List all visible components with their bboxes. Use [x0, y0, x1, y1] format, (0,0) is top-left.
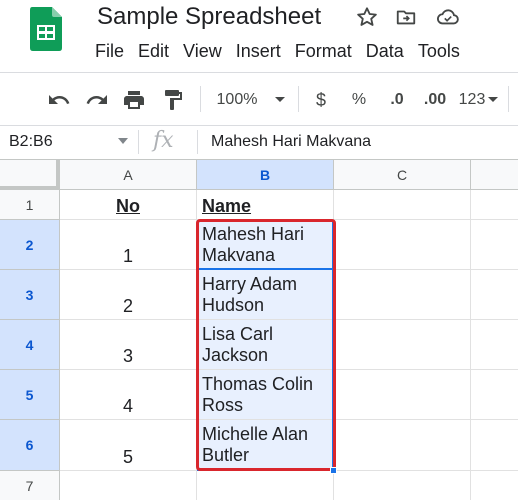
cell-b3[interactable]: Harry Adam Hudson [197, 270, 334, 320]
cell-d7[interactable] [471, 471, 518, 500]
cell-b7[interactable] [197, 471, 334, 500]
cell-b5[interactable]: Thomas Colin Ross [197, 370, 334, 420]
row-header-2[interactable]: 2 [0, 220, 60, 270]
menu-file[interactable]: File [88, 41, 131, 63]
toolbar-separator [298, 86, 299, 112]
toolbar-divider [0, 72, 518, 73]
cell-b1[interactable]: Name [197, 190, 334, 220]
more-formats-button[interactable]: 123 [457, 87, 487, 113]
name-box[interactable]: B2:B6 [9, 133, 53, 151]
menu-tools[interactable]: Tools [411, 41, 467, 63]
cell-c5[interactable] [334, 370, 471, 420]
toolbar-separator [200, 86, 201, 112]
undo-icon[interactable] [45, 87, 73, 113]
cell-b4[interactable]: Lisa Carl Jackson [197, 320, 334, 370]
paint-format-icon[interactable] [159, 87, 187, 113]
cell-d2[interactable] [471, 220, 518, 270]
formula-input[interactable]: Mahesh Hari Makvana [211, 133, 371, 151]
row-header-4[interactable]: 4 [0, 320, 60, 370]
cell-d3[interactable] [471, 270, 518, 320]
zoom-select[interactable]: 100% [213, 87, 261, 113]
print-icon[interactable] [120, 87, 148, 113]
column-header-d[interactable] [471, 160, 518, 190]
cell-b2[interactable]: Mahesh Hari Makvana [197, 220, 334, 270]
menu-format[interactable]: Format [288, 41, 359, 63]
cell-d6[interactable] [471, 420, 518, 471]
cell-d4[interactable] [471, 320, 518, 370]
percent-format-button[interactable]: % [347, 87, 371, 113]
cell-c2[interactable] [334, 220, 471, 270]
cell-c6[interactable] [334, 420, 471, 471]
cell-d1[interactable] [471, 190, 518, 220]
cell-c3[interactable] [334, 270, 471, 320]
cell-a1[interactable]: No [60, 190, 197, 220]
fill-handle[interactable] [330, 467, 337, 474]
formula-bar-top-border [0, 125, 518, 126]
formula-bar-separator [138, 130, 139, 154]
row-header-1[interactable]: 1 [0, 190, 60, 220]
decrease-decimals-button[interactable]: .0 [382, 87, 412, 113]
cell-a2[interactable]: 1 [60, 220, 197, 270]
row-header-3[interactable]: 3 [0, 270, 60, 320]
move-to-folder-icon[interactable] [393, 4, 419, 30]
google-sheets-logo[interactable] [30, 7, 62, 51]
cell-d5[interactable] [471, 370, 518, 420]
cell-a7[interactable] [60, 471, 197, 500]
cell-c7[interactable] [334, 471, 471, 500]
name-box-dropdown-icon[interactable] [118, 138, 128, 144]
menu-view[interactable]: View [176, 41, 229, 63]
cell-a6[interactable]: 5 [60, 420, 197, 471]
currency-format-button[interactable]: $ [310, 87, 332, 113]
column-header-c[interactable]: C [334, 160, 471, 190]
zoom-dropdown-icon[interactable] [271, 87, 289, 113]
menu-data[interactable]: Data [359, 41, 411, 63]
toolbar-separator [508, 86, 509, 112]
more-formats-dropdown-icon[interactable] [486, 87, 500, 113]
row-header-5[interactable]: 5 [0, 370, 60, 420]
row-header-6[interactable]: 6 [0, 420, 60, 471]
row-header-7[interactable]: 7 [0, 471, 60, 500]
cell-a5[interactable]: 4 [60, 370, 197, 420]
document-title[interactable]: Sample Spreadsheet [97, 3, 321, 31]
menu-insert[interactable]: Insert [229, 41, 288, 63]
column-header-b[interactable]: B [197, 160, 334, 190]
cell-c1[interactable] [334, 190, 471, 220]
cell-a3[interactable]: 2 [60, 270, 197, 320]
star-icon[interactable] [354, 4, 380, 30]
cell-a4[interactable]: 3 [60, 320, 197, 370]
active-cell-border [198, 268, 334, 270]
menu-edit[interactable]: Edit [131, 41, 176, 63]
column-header-a[interactable]: A [60, 160, 197, 190]
function-icon: fx [153, 128, 174, 153]
cell-c4[interactable] [334, 320, 471, 370]
menu-bar: File Edit View Insert Format Data Tools [88, 41, 467, 63]
formula-bar-separator [197, 130, 198, 154]
select-all-corner[interactable] [0, 160, 60, 190]
redo-icon[interactable] [83, 87, 111, 113]
increase-decimals-button[interactable]: .00 [420, 87, 450, 113]
cell-b6[interactable]: Michelle Alan Butler [197, 420, 334, 471]
cloud-status-icon[interactable] [435, 4, 461, 30]
